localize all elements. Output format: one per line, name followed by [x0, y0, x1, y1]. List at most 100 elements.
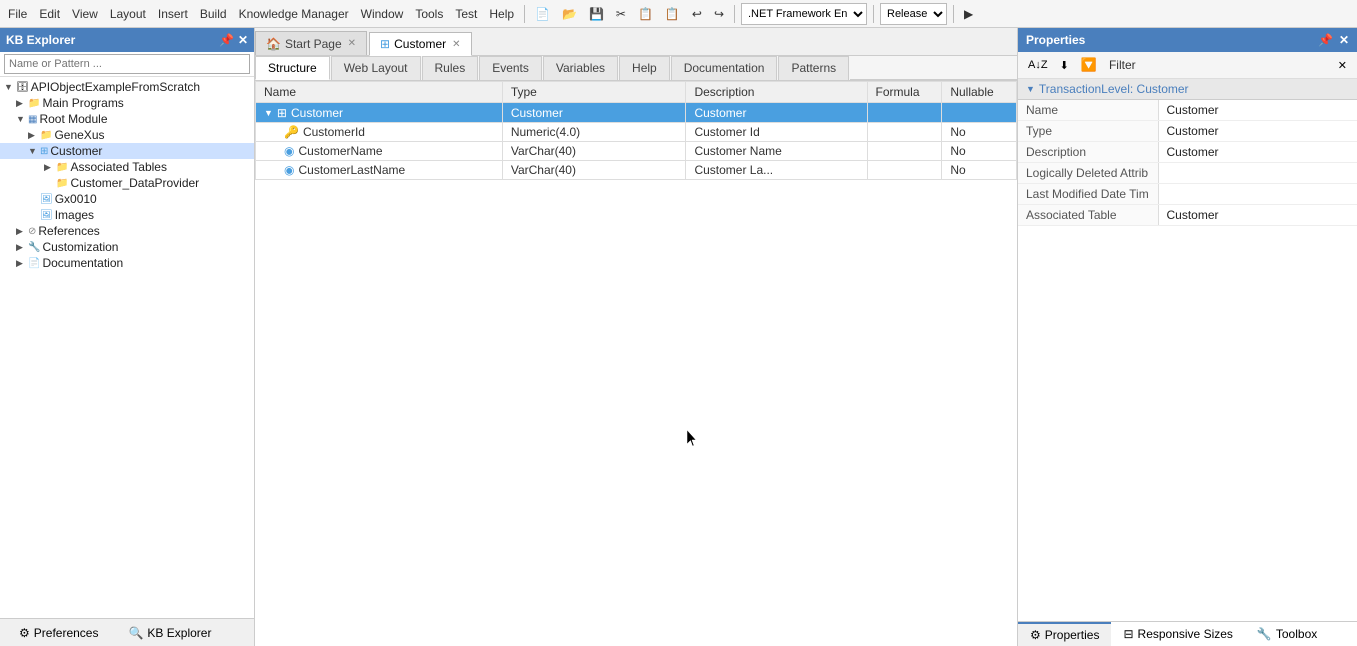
tree-item-root[interactable]: ▼ ▦ Root Module — [0, 111, 254, 127]
tree-item-main[interactable]: ▶ 📁 Main Programs — [0, 95, 254, 111]
tools-menu[interactable]: Tools — [411, 5, 447, 23]
responsive-label: Responsive Sizes — [1138, 627, 1233, 641]
knowledge-menu[interactable]: Knowledge Manager — [235, 5, 353, 23]
save-btn[interactable]: 💾 — [585, 5, 608, 23]
tree-item-images[interactable]: 🖼 Images — [0, 207, 254, 223]
new-btn[interactable]: 📄 — [531, 5, 554, 23]
kb-close-icon[interactable]: ✕ — [238, 33, 248, 47]
image-icon-gx0010: 🖼 — [40, 194, 53, 205]
expand-customization[interactable]: ▶ — [16, 242, 28, 253]
props-tab-icon: ⚙ — [1030, 628, 1041, 642]
toolbox-icon: 🔧 — [1257, 627, 1272, 641]
prop-value-name: Customer — [1158, 100, 1357, 121]
props-sort-btn[interactable]: ⬇ — [1056, 57, 1073, 74]
props-az-btn[interactable]: A↓Z — [1024, 57, 1052, 73]
properties-footer-tab-toolbox[interactable]: 🔧 Toolbox — [1245, 622, 1329, 646]
row-formula-customer — [867, 103, 942, 123]
expand-api[interactable]: ▼ — [4, 82, 16, 92]
help-menu[interactable]: Help — [485, 5, 518, 23]
props-x-btn[interactable]: ✕ — [1334, 57, 1351, 74]
view-menu[interactable]: View — [68, 5, 102, 23]
cut-btn[interactable]: ✂ — [612, 5, 630, 23]
tree-item-cdp[interactable]: 📁 Customer_DataProvider — [0, 175, 254, 191]
row-desc-customerlastname: Customer La... — [686, 161, 867, 180]
build-menu[interactable]: Build — [196, 5, 231, 23]
assoc-label: Associated Tables — [70, 160, 167, 174]
trans-tab-help[interactable]: Help — [619, 56, 670, 80]
prop-row-last-modified[interactable]: Last Modified Date Tim — [1018, 184, 1357, 205]
framework-select[interactable]: .NET Framework En — [741, 3, 867, 25]
paste-btn[interactable]: 📋 — [661, 5, 684, 23]
props-filter-btn[interactable]: 🔽 — [1077, 55, 1101, 75]
tree-item-customer[interactable]: ▼ ⊞ Customer — [0, 143, 254, 159]
row-type-customername: VarChar(40) — [502, 142, 686, 161]
trans-tab-structure[interactable]: Structure — [255, 56, 330, 80]
responsive-icon: ⊟ — [1123, 627, 1133, 641]
layout-menu[interactable]: Layout — [106, 5, 150, 23]
window-menu[interactable]: Window — [357, 5, 408, 23]
properties-footer-tab-responsive[interactable]: ⊟ Responsive Sizes — [1111, 622, 1244, 646]
trans-tab-weblayout[interactable]: Web Layout — [331, 56, 421, 80]
props-toolbar: A↓Z ⬇ 🔽 Filter ✕ — [1018, 52, 1357, 79]
trans-tab-rules[interactable]: Rules — [422, 56, 479, 80]
prop-row-assoc-table[interactable]: Associated Table Customer — [1018, 205, 1357, 226]
col-name: Name — [256, 82, 503, 103]
tree-item-genexus[interactable]: ▶ 📁 GeneXus — [0, 127, 254, 143]
tab-start[interactable]: 🏠 Start Page ✕ — [255, 31, 367, 55]
trans-tab-documentation[interactable]: Documentation — [671, 56, 778, 80]
expand-assoc[interactable]: ▶ — [44, 162, 56, 173]
kb-explorer-tab[interactable]: 🔍 KB Explorer — [117, 622, 222, 644]
tree-item-gx0010[interactable]: 🖼 Gx0010 — [0, 191, 254, 207]
search-input[interactable] — [4, 54, 250, 74]
tree-item-documentation[interactable]: ▶ 📄 Documentation — [0, 255, 254, 271]
row-name-customername: ◉ CustomerName — [256, 142, 503, 161]
file-menu[interactable]: File — [4, 5, 31, 23]
transaction-table-container: Name Type Description Formula Nullable ▼ — [255, 81, 1017, 646]
trans-tab-patterns[interactable]: Patterns — [778, 56, 849, 80]
expand-customer[interactable]: ▼ — [28, 146, 40, 156]
test-menu[interactable]: Test — [451, 5, 481, 23]
expand-genexus[interactable]: ▶ — [28, 130, 40, 141]
prop-row-description[interactable]: Description Customer — [1018, 142, 1357, 163]
trans-tab-variables[interactable]: Variables — [543, 56, 618, 80]
tab-customer[interactable]: ⊞ Customer ✕ — [369, 32, 471, 56]
start-page-close[interactable]: ✕ — [348, 38, 356, 49]
customer-tab-close[interactable]: ✕ — [452, 39, 460, 50]
edit-menu[interactable]: Edit — [35, 5, 64, 23]
expand-customer-row[interactable]: ▼ — [264, 108, 273, 118]
expand-root[interactable]: ▼ — [16, 114, 28, 124]
insert-menu[interactable]: Insert — [154, 5, 192, 23]
props-close-icon[interactable]: ✕ — [1339, 33, 1349, 47]
table-row[interactable]: ◉ CustomerName VarChar(40) Customer Name… — [256, 142, 1017, 161]
expand-documentation[interactable]: ▶ — [16, 258, 28, 269]
tree-item-assoc[interactable]: ▶ 📁 Associated Tables — [0, 159, 254, 175]
tree-item-references[interactable]: ▶ ⊘ References — [0, 223, 254, 239]
customization-label: Customization — [42, 240, 118, 254]
properties-panel: Properties 📌 ✕ A↓Z ⬇ 🔽 Filter ✕ Transact… — [1017, 28, 1357, 646]
table-row[interactable]: ▼ ⊞ Customer Customer Customer — [256, 103, 1017, 123]
expand-main[interactable]: ▶ — [16, 98, 28, 109]
prop-row-name[interactable]: Name Customer — [1018, 100, 1357, 121]
properties-title: Properties — [1026, 33, 1085, 47]
kb-pin-icon[interactable]: 📌 — [219, 33, 234, 47]
trans-tab-events[interactable]: Events — [479, 56, 542, 80]
copy-btn[interactable]: 📋 — [634, 5, 657, 23]
redo-btn[interactable]: ↪ — [710, 5, 728, 23]
transaction-row-icon: ⊞ — [277, 106, 287, 120]
props-pin-icon[interactable]: 📌 — [1318, 33, 1333, 47]
properties-footer-tab-properties[interactable]: ⚙ Properties — [1018, 622, 1111, 646]
expand-references[interactable]: ▶ — [16, 226, 28, 237]
prop-row-logically-deleted[interactable]: Logically Deleted Attrib — [1018, 163, 1357, 184]
prop-row-type[interactable]: Type Customer — [1018, 121, 1357, 142]
tree-item-api[interactable]: ▼ 🗄 APIObjectExampleFromScratch — [0, 79, 254, 95]
table-row[interactable]: 🔑 CustomerId Numeric(4.0) Customer Id No — [256, 123, 1017, 142]
preferences-tab[interactable]: ⚙ Preferences — [8, 622, 109, 644]
tree-item-customization[interactable]: ▶ 🔧 Customization — [0, 239, 254, 255]
undo-btn[interactable]: ↩ — [688, 5, 706, 23]
run-btn[interactable]: ▶ — [960, 5, 977, 23]
table-row[interactable]: ◉ CustomerLastName VarChar(40) Customer … — [256, 161, 1017, 180]
module-icon-root: ▦ — [28, 114, 37, 125]
prop-label-name: Name — [1018, 100, 1158, 121]
open-btn[interactable]: 📂 — [558, 5, 581, 23]
release-select[interactable]: Release — [880, 3, 947, 25]
